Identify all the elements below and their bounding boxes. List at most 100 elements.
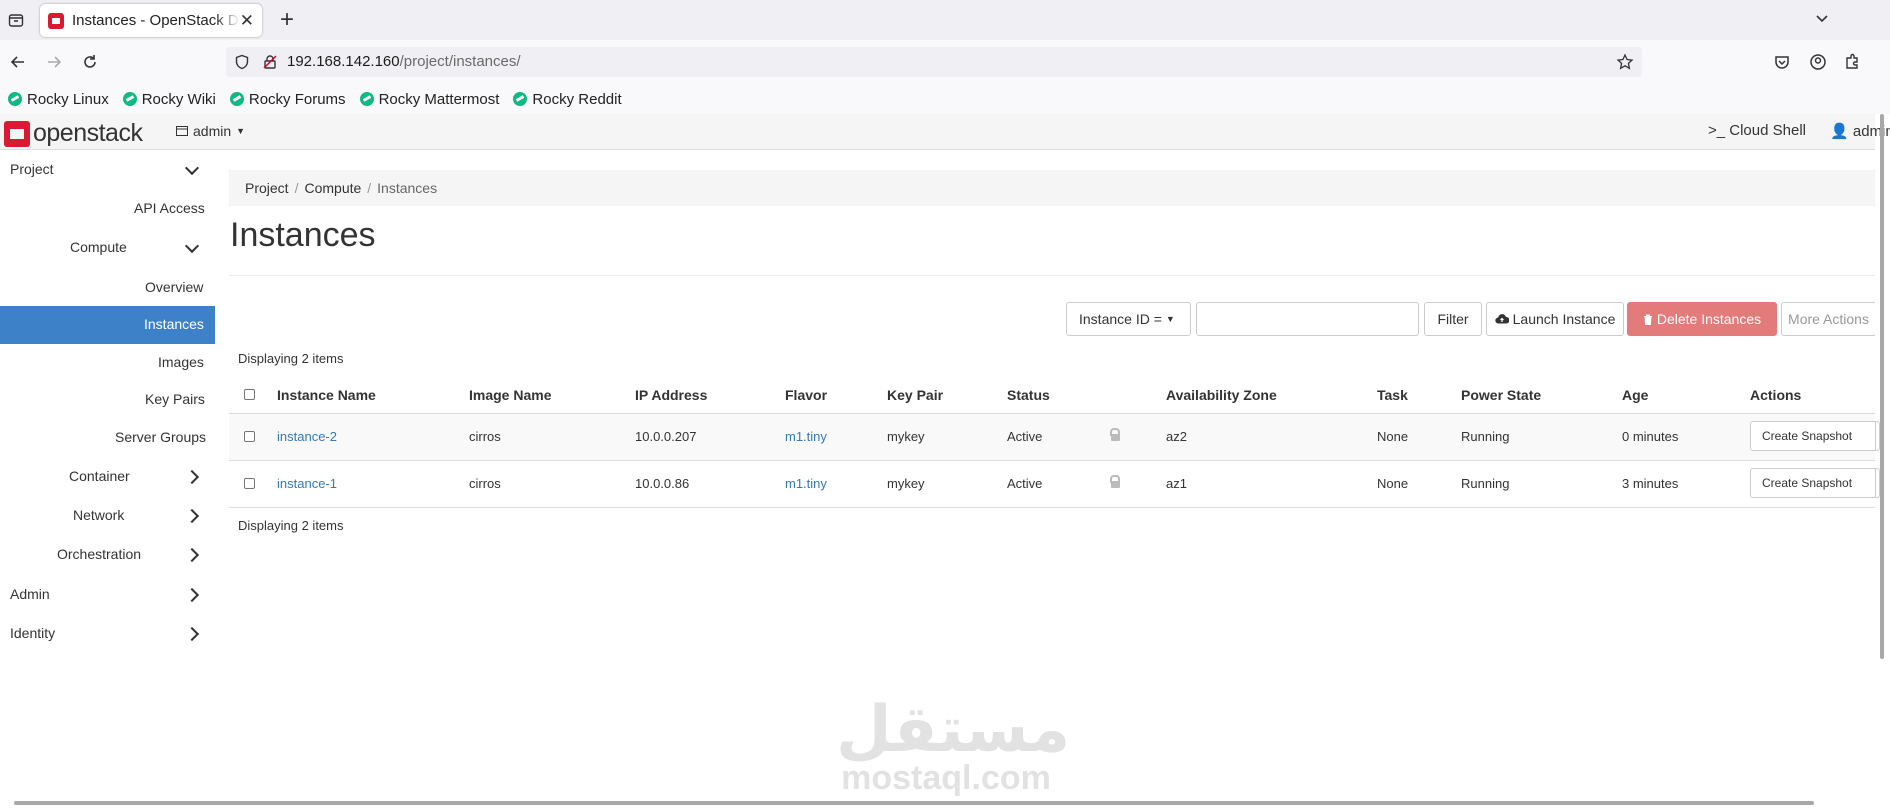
- sidebar-item-instances[interactable]: Instances: [144, 316, 204, 332]
- watermark-arabic: مستقل: [836, 693, 1071, 767]
- tab-list-icon[interactable]: [4, 8, 28, 32]
- breadcrumb: Project / Compute / Instances: [229, 170, 1875, 206]
- breadcrumb-instances: Instances: [377, 180, 438, 196]
- watermark-latin: mostaql.com: [841, 759, 1051, 797]
- tab-close-icon[interactable]: ✕: [240, 11, 254, 31]
- project-dropdown-label: admin: [193, 123, 232, 139]
- horizontal-scrollbar[interactable]: [14, 801, 1814, 805]
- availability-zone: az1: [1166, 476, 1187, 491]
- logo-text: openstack: [33, 119, 143, 147]
- power-state: Running: [1461, 476, 1510, 491]
- col-ip-address[interactable]: IP Address: [635, 387, 707, 403]
- sidebar-item-server-groups[interactable]: Server Groups: [115, 429, 206, 445]
- extensions-icon[interactable]: [1840, 50, 1864, 74]
- insecure-lock-icon[interactable]: [262, 54, 278, 75]
- forward-arrow-icon[interactable]: [42, 50, 66, 74]
- filter-button[interactable]: Filter: [1424, 302, 1482, 336]
- flavor-link[interactable]: m1.tiny: [785, 429, 827, 444]
- row-checkbox[interactable]: [244, 478, 255, 489]
- sidebar-item-overview[interactable]: Overview: [145, 279, 203, 295]
- col-instance-name[interactable]: Instance Name: [277, 387, 376, 403]
- bookmark-rocky-linux[interactable]: Rocky Linux: [8, 91, 109, 108]
- sidebar-item-network[interactable]: Network: [73, 507, 124, 523]
- rocky-icon: [122, 92, 137, 106]
- status: Active: [1007, 476, 1043, 491]
- cloud-shell-link[interactable]: >_ Cloud Shell: [1708, 122, 1806, 139]
- openstack-logo[interactable]: openstack: [4, 119, 143, 148]
- back-arrow-icon[interactable]: [6, 50, 30, 74]
- reload-icon[interactable]: [78, 50, 102, 74]
- col-status[interactable]: Status: [1007, 387, 1050, 403]
- row-actions-dropdown[interactable]: [1860, 468, 1876, 498]
- col-power-state[interactable]: Power State: [1461, 387, 1541, 403]
- col-image-name[interactable]: Image Name: [469, 387, 551, 403]
- sidebar-item-project[interactable]: Project: [10, 161, 54, 177]
- task: None: [1377, 429, 1409, 444]
- openstack-logo-icon: [4, 120, 30, 147]
- chevron-down-icon[interactable]: [1812, 8, 1832, 33]
- lock-icon: [1110, 428, 1120, 441]
- sidebar-item-key-pairs[interactable]: Key Pairs: [145, 391, 205, 407]
- bookmark-rocky-mattermost[interactable]: Rocky Mattermost: [359, 90, 500, 108]
- browser-tab-active[interactable]: Instances - OpenStack Dashboard ✕: [40, 4, 262, 37]
- rocky-icon: [513, 92, 528, 106]
- breadcrumb-project[interactable]: Project: [245, 180, 289, 196]
- url-path: /project/instances/: [399, 53, 521, 70]
- select-all-checkbox[interactable]: [244, 389, 255, 400]
- ip-address: 10.0.0.207: [635, 429, 697, 444]
- col-flavor[interactable]: Flavor: [785, 387, 827, 403]
- title-divider: [229, 275, 1875, 276]
- breadcrumb-compute[interactable]: Compute: [304, 180, 361, 196]
- pocket-icon[interactable]: [1770, 50, 1794, 74]
- row-checkbox[interactable]: [244, 431, 255, 442]
- rocky-icon: [359, 92, 374, 106]
- delete-instances-button[interactable]: Delete Instances: [1627, 302, 1777, 336]
- watermark: مستقل mostaql.com: [836, 693, 1071, 797]
- launch-instance-label: Launch Instance: [1512, 311, 1616, 327]
- col-age[interactable]: Age: [1622, 387, 1648, 403]
- url-text[interactable]: 192.168.142.160/project/instances/: [287, 53, 521, 70]
- bookmark-label: Rocky Mattermost: [378, 90, 500, 108]
- bookmark-rocky-wiki[interactable]: Rocky Wiki: [122, 91, 216, 108]
- project-icon: [176, 126, 188, 136]
- flavor-link[interactable]: m1.tiny: [785, 476, 827, 491]
- bookmark-label: Rocky Forums: [248, 90, 346, 108]
- project-dropdown[interactable]: admin ▼: [176, 123, 245, 139]
- row-actions-dropdown[interactable]: [1860, 421, 1876, 451]
- col-availability-zone[interactable]: Availability Zone: [1166, 387, 1277, 403]
- bookmark-label: Rocky Reddit: [532, 90, 622, 108]
- sidebar-item-api-access[interactable]: API Access: [134, 200, 205, 216]
- instance-name-link[interactable]: instance-1: [277, 476, 337, 491]
- bookmarks-bar: Rocky Linux Rocky Wiki Rocky Forums Rock…: [0, 84, 1890, 114]
- sidebar-item-container[interactable]: Container: [69, 468, 130, 484]
- vertical-scrollbar[interactable]: [1880, 114, 1884, 659]
- shield-icon[interactable]: [234, 54, 250, 75]
- sidebar-item-identity[interactable]: Identity: [10, 625, 55, 641]
- breadcrumb-separator: /: [294, 180, 299, 196]
- image-name: cirros: [469, 429, 501, 444]
- col-task[interactable]: Task: [1377, 387, 1408, 403]
- filter-field-select[interactable]: Instance ID = ▼: [1066, 302, 1191, 336]
- sidebar-item-orchestration[interactable]: Orchestration: [57, 546, 141, 562]
- availability-zone: az2: [1166, 429, 1187, 444]
- browser-tab-bar: Instances - OpenStack Dashboard ✕ +: [0, 0, 1890, 40]
- launch-instance-button[interactable]: Launch Instance: [1486, 302, 1624, 336]
- instance-name-link[interactable]: instance-2: [277, 429, 337, 444]
- account-icon[interactable]: [1806, 50, 1830, 74]
- status: Active: [1007, 429, 1043, 444]
- table-bottom-border: [229, 507, 1875, 508]
- bookmark-star-icon[interactable]: [1616, 53, 1634, 76]
- sidebar-item-compute[interactable]: Compute: [70, 239, 127, 255]
- col-key-pair[interactable]: Key Pair: [887, 387, 943, 403]
- sidebar-item-admin[interactable]: Admin: [10, 586, 50, 602]
- filter-input[interactable]: [1196, 302, 1419, 336]
- bookmark-rocky-forums[interactable]: Rocky Forums: [229, 90, 346, 108]
- user-icon: 👤: [1830, 123, 1849, 140]
- user-menu-label: admin: [1852, 123, 1890, 140]
- age: 3 minutes: [1622, 476, 1679, 491]
- sidebar-item-images[interactable]: Images: [158, 354, 204, 370]
- breadcrumb-separator: /: [367, 180, 372, 196]
- bookmark-rocky-reddit[interactable]: Rocky Reddit: [513, 90, 622, 108]
- new-tab-button[interactable]: +: [274, 6, 300, 34]
- more-actions-button[interactable]: More Actions: [1781, 302, 1875, 336]
